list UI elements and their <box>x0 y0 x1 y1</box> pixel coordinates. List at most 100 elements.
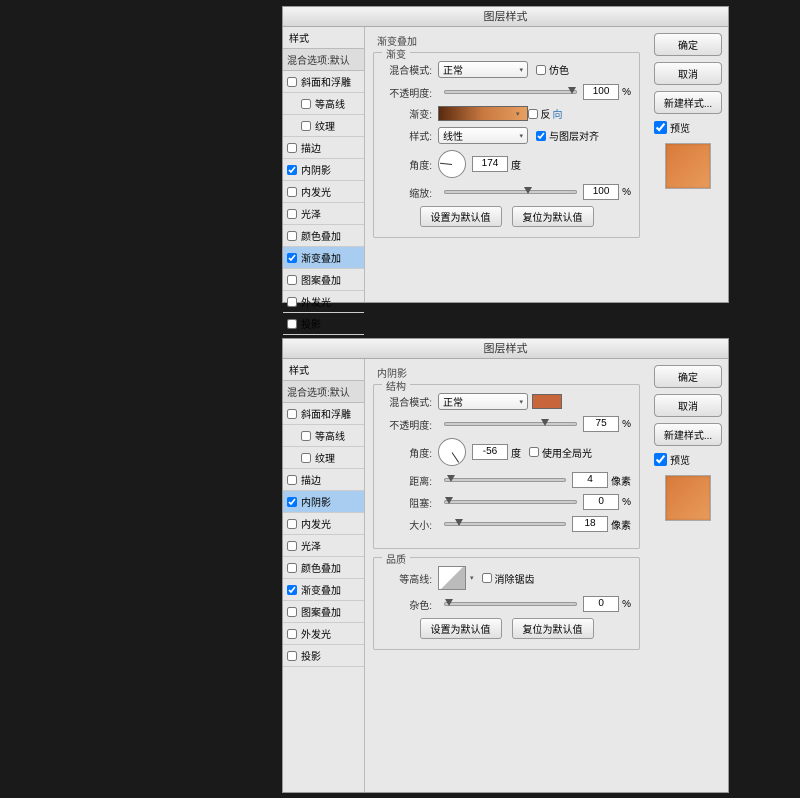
cancel-button[interactable]: 取消 <box>654 62 722 85</box>
reset-default-button[interactable]: 复位为默认值 <box>512 618 594 639</box>
style-checkbox[interactable] <box>287 77 297 87</box>
style-checkbox[interactable] <box>287 563 297 573</box>
blend-mode-select[interactable]: 正常▾ <box>438 393 528 410</box>
style-checkbox[interactable] <box>287 607 297 617</box>
style-item-8[interactable]: 渐变叠加 <box>283 579 364 601</box>
cancel-button[interactable]: 取消 <box>654 394 722 417</box>
style-item-4[interactable]: 内阴影 <box>283 159 364 181</box>
make-default-button[interactable]: 设置为默认值 <box>420 206 502 227</box>
size-slider[interactable] <box>444 522 566 526</box>
style-label: 颜色叠加 <box>301 228 341 243</box>
shadow-color-chip[interactable] <box>532 394 562 409</box>
contour-preview[interactable] <box>438 566 466 590</box>
style-item-6[interactable]: 光泽 <box>283 535 364 557</box>
style-item-5[interactable]: 内发光 <box>283 513 364 535</box>
style-item-10[interactable]: 外发光 <box>283 291 364 313</box>
distance-input[interactable]: 4 <box>572 472 608 488</box>
style-item-2[interactable]: 纹理 <box>283 447 364 469</box>
style-item-11[interactable]: 投影 <box>283 645 364 667</box>
style-checkbox[interactable] <box>301 453 311 463</box>
preview-checkbox[interactable] <box>654 121 667 134</box>
gradient-fieldset: 渐变 混合模式: 正常▾ 仿色 不透明度: 100 % 渐变: ▾ <box>373 52 640 238</box>
choke-slider[interactable] <box>444 500 577 504</box>
ok-button[interactable]: 确定 <box>654 365 722 388</box>
preview-checkbox[interactable] <box>654 453 667 466</box>
style-item-7[interactable]: 颜色叠加 <box>283 225 364 247</box>
chevron-down-icon[interactable]: ▾ <box>470 574 474 582</box>
style-checkbox[interactable] <box>287 297 297 307</box>
style-checkbox[interactable] <box>287 209 297 219</box>
style-item-10[interactable]: 外发光 <box>283 623 364 645</box>
choke-input[interactable]: 0 <box>583 494 619 510</box>
style-item-0[interactable]: 斜面和浮雕 <box>283 71 364 93</box>
reverse-checkbox[interactable] <box>528 109 538 119</box>
blend-mode-select[interactable]: 正常▾ <box>438 61 528 78</box>
dither-checkbox[interactable] <box>536 65 546 75</box>
align-checkbox[interactable] <box>536 131 546 141</box>
style-item-9[interactable]: 图案叠加 <box>283 601 364 623</box>
style-checkbox[interactable] <box>287 585 297 595</box>
style-checkbox[interactable] <box>287 253 297 263</box>
structure-fieldset: 结构 混合模式: 正常▾ 不透明度: 75 % 角度: -56 度 <box>373 384 640 549</box>
style-item-0[interactable]: 斜面和浮雕 <box>283 403 364 425</box>
noise-input[interactable]: 0 <box>583 596 619 612</box>
style-item-3[interactable]: 描边 <box>283 469 364 491</box>
style-checkbox[interactable] <box>287 651 297 661</box>
make-default-button[interactable]: 设置为默认值 <box>420 618 502 639</box>
style-checkbox[interactable] <box>287 541 297 551</box>
style-checkbox[interactable] <box>287 319 297 329</box>
style-checkbox[interactable] <box>287 275 297 285</box>
style-checkbox[interactable] <box>287 497 297 507</box>
style-item-6[interactable]: 光泽 <box>283 203 364 225</box>
style-checkbox[interactable] <box>287 165 297 175</box>
style-item-1[interactable]: 等高线 <box>283 93 364 115</box>
chevron-down-icon[interactable]: ▾ <box>516 110 520 118</box>
reset-default-button[interactable]: 复位为默认值 <box>512 206 594 227</box>
blend-options-item[interactable]: 混合选项:默认 <box>283 49 364 71</box>
style-checkbox[interactable] <box>301 99 311 109</box>
angle-wheel[interactable] <box>438 438 466 466</box>
title-bar[interactable]: 图层样式 <box>283 7 728 27</box>
style-item-3[interactable]: 描边 <box>283 137 364 159</box>
style-select[interactable]: 线性▾ <box>438 127 528 144</box>
new-style-button[interactable]: 新建样式... <box>654 423 722 446</box>
style-checkbox[interactable] <box>287 187 297 197</box>
style-item-9[interactable]: 图案叠加 <box>283 269 364 291</box>
style-label: 等高线 <box>315 428 345 443</box>
size-input[interactable]: 18 <box>572 516 608 532</box>
style-item-5[interactable]: 内发光 <box>283 181 364 203</box>
style-checkbox[interactable] <box>287 143 297 153</box>
title-bar[interactable]: 图层样式 <box>283 339 728 359</box>
style-checkbox[interactable] <box>287 475 297 485</box>
opacity-input[interactable]: 100 <box>583 84 619 100</box>
gradient-preview[interactable] <box>438 106 528 121</box>
global-light-checkbox[interactable] <box>529 447 539 457</box>
style-item-8[interactable]: 渐变叠加 <box>283 247 364 269</box>
style-item-2[interactable]: 纹理 <box>283 115 364 137</box>
opacity-slider[interactable] <box>444 90 577 94</box>
new-style-button[interactable]: 新建样式... <box>654 91 722 114</box>
angle-input[interactable]: 174 <box>472 156 508 172</box>
noise-slider[interactable] <box>444 602 577 606</box>
chevron-down-icon: ▾ <box>519 398 523 406</box>
scale-input[interactable]: 100 <box>583 184 619 200</box>
style-checkbox[interactable] <box>287 409 297 419</box>
style-checkbox[interactable] <box>287 629 297 639</box>
ok-button[interactable]: 确定 <box>654 33 722 56</box>
blend-options-item[interactable]: 混合选项:默认 <box>283 381 364 403</box>
angle-wheel[interactable] <box>438 150 466 178</box>
distance-slider[interactable] <box>444 478 566 482</box>
scale-slider[interactable] <box>444 190 577 194</box>
style-checkbox[interactable] <box>301 431 311 441</box>
style-checkbox[interactable] <box>287 519 297 529</box>
style-checkbox[interactable] <box>301 121 311 131</box>
style-item-1[interactable]: 等高线 <box>283 425 364 447</box>
style-item-4[interactable]: 内阴影 <box>283 491 364 513</box>
antialias-checkbox[interactable] <box>482 573 492 583</box>
style-checkbox[interactable] <box>287 231 297 241</box>
opacity-input[interactable]: 75 <box>583 416 619 432</box>
style-item-11[interactable]: 投影 <box>283 313 364 335</box>
angle-input[interactable]: -56 <box>472 444 508 460</box>
style-item-7[interactable]: 颜色叠加 <box>283 557 364 579</box>
opacity-slider[interactable] <box>444 422 577 426</box>
